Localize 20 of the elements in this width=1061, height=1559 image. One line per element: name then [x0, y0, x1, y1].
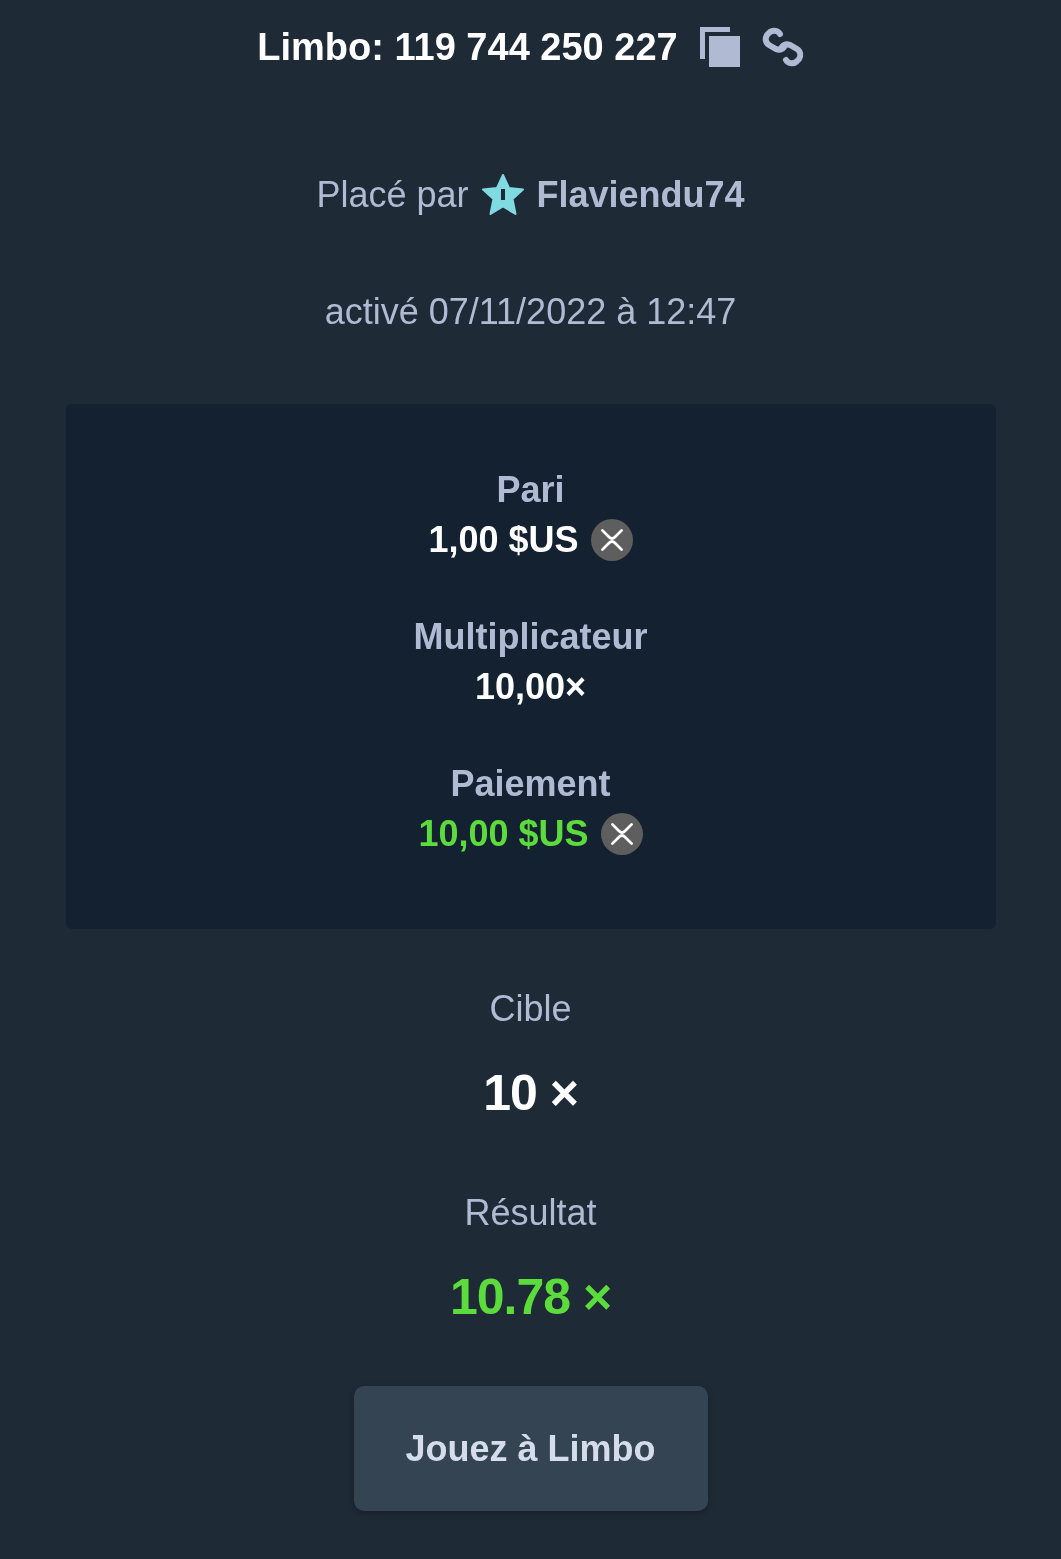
play-limbo-button[interactable]: Jouez à Limbo — [353, 1386, 708, 1511]
stat-value: 10,00× — [474, 665, 587, 709]
target-value: 10 × — [483, 1064, 578, 1123]
stat-label: Paiement — [450, 762, 611, 806]
coin-icon — [600, 813, 643, 855]
result-value: 10.78 × — [449, 1268, 612, 1327]
stat-label: Pari — [496, 468, 565, 512]
result-label: Résultat — [464, 1191, 597, 1235]
bet-title: Limbo: 119 744 250 227 — [257, 25, 678, 70]
target-label: Cible — [489, 987, 572, 1031]
stat-value: 10,00 $US — [418, 812, 589, 856]
stat-value: 1,00 $US — [428, 518, 579, 562]
placed-by-label: Placé par — [316, 173, 469, 217]
activation-date: activé 07/11/2022 à 12:47 — [324, 290, 737, 334]
link-icon[interactable] — [761, 26, 804, 68]
star-icon — [480, 174, 525, 216]
stat-label: Multiplicateur — [413, 615, 648, 659]
copy-icon[interactable] — [699, 27, 740, 67]
username-link[interactable]: Flaviendu74 — [536, 170, 745, 220]
coin-icon — [590, 519, 633, 561]
